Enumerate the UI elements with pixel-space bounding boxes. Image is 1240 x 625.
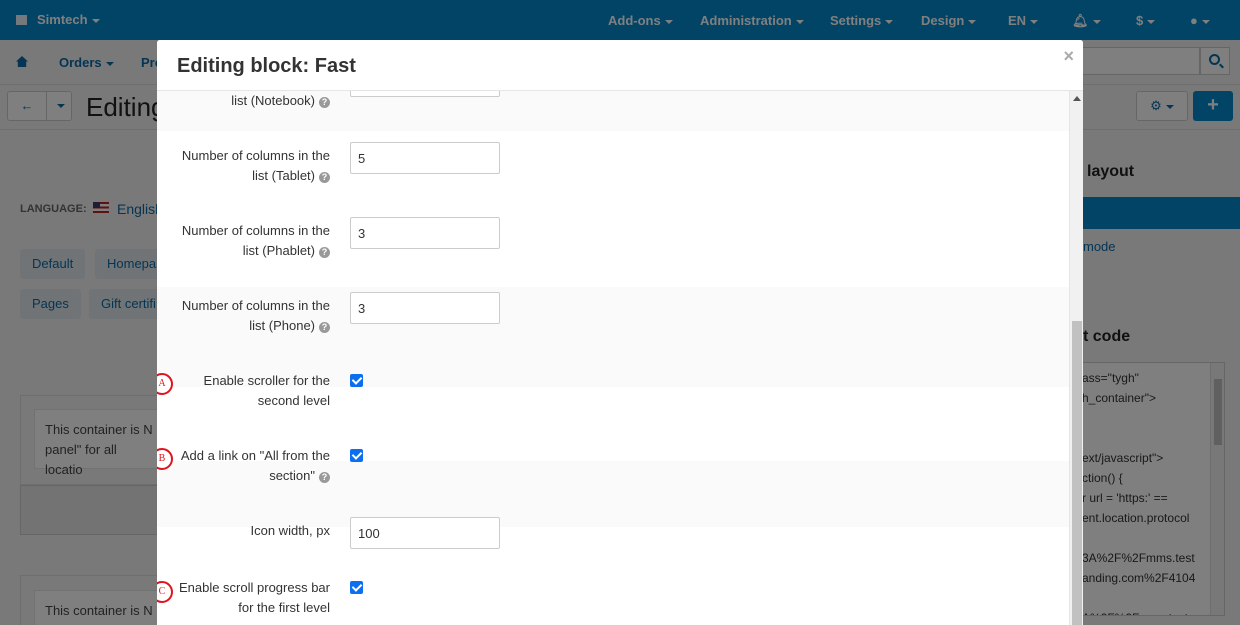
- help-icon[interactable]: ?: [319, 322, 330, 333]
- field-label-text: for the first level: [238, 600, 330, 615]
- enable-scroller-checkbox[interactable]: [350, 374, 363, 387]
- field-label-text: list (Phablet): [242, 243, 315, 258]
- help-icon[interactable]: ?: [319, 247, 330, 258]
- field-label-text: list (Phone): [249, 318, 315, 333]
- field-label-text: Number of columns in the: [181, 223, 330, 238]
- field-label-text: Enable scroll progress bar: [178, 580, 330, 595]
- field-label-text: list (Tablet): [252, 168, 315, 183]
- help-icon[interactable]: ?: [319, 172, 330, 183]
- help-icon[interactable]: ?: [319, 472, 330, 483]
- dialog-scrollbar-thumb[interactable]: [1072, 321, 1082, 625]
- scroll-up-icon[interactable]: [1073, 96, 1081, 101]
- columns-phablet-input[interactable]: [350, 217, 500, 249]
- columns-notebook-input[interactable]: [350, 91, 500, 97]
- field-label-text: Enable scroller for the: [203, 373, 330, 388]
- field-label-text: second level: [257, 393, 330, 408]
- icon-width-input[interactable]: [350, 517, 500, 549]
- field-label-text: Number of columns in the: [181, 298, 330, 313]
- columns-tablet-input[interactable]: [350, 142, 500, 174]
- help-icon[interactable]: ?: [319, 97, 330, 108]
- edit-block-dialog: Editing block: Fast × list (Notebook)? N…: [157, 40, 1083, 625]
- all-from-section-checkbox[interactable]: [350, 449, 363, 462]
- dialog-header: Editing block: Fast ×: [157, 40, 1083, 91]
- field-label: Number of columns in the list (Phone)?: [170, 296, 330, 336]
- field-label: Number of columns in the list (Tablet)?: [170, 146, 330, 186]
- dialog-scrollbar[interactable]: [1069, 91, 1083, 625]
- field-label-text: Number of columns in the: [181, 148, 330, 163]
- field-label-text: Add a link on "All from the: [180, 448, 330, 463]
- dialog-body: list (Notebook)? Number of columns in th…: [157, 91, 1069, 625]
- field-label: Add a link on "All from the section"?: [170, 446, 330, 486]
- field-label-text: section": [269, 468, 315, 483]
- dialog-title: Editing block: Fast: [177, 55, 356, 77]
- field-label-text: list (Notebook): [231, 93, 315, 108]
- close-button[interactable]: ×: [1063, 46, 1074, 67]
- field-label: Enable scroll progress bar for the first …: [170, 578, 330, 618]
- columns-phone-input[interactable]: [350, 292, 500, 324]
- field-label: list (Notebook)?: [170, 91, 330, 111]
- scroll-progress-checkbox[interactable]: [350, 581, 363, 594]
- field-label: Icon width, px: [250, 523, 331, 538]
- field-label: Number of columns in the list (Phablet)?: [170, 221, 330, 261]
- field-label: Enable scroller for the second level: [170, 371, 330, 411]
